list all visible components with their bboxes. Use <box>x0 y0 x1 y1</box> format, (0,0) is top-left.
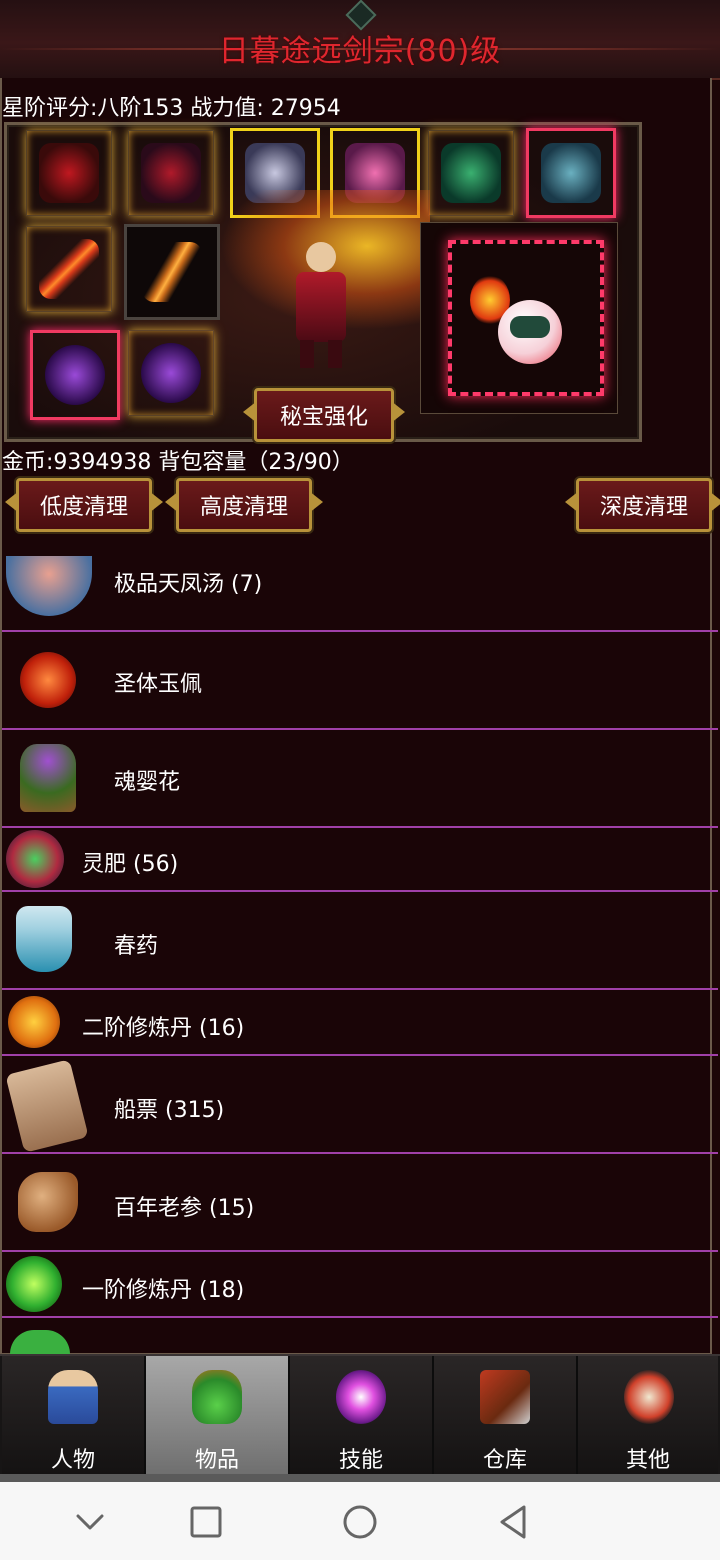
pet-face <box>510 316 550 338</box>
item-label: 二阶修炼丹 (16) <box>82 1016 245 1041</box>
item-label: 极品天凤汤 (7) <box>114 572 263 597</box>
green-orb-icon <box>6 830 64 888</box>
list-item[interactable]: 百年老参 (15) <box>2 1154 718 1252</box>
item-label: 一阶修炼丹 (18) <box>82 1278 245 1303</box>
home-icon[interactable] <box>340 1502 380 1542</box>
deep-clean-button[interactable]: 深度清理 <box>576 478 712 532</box>
item-label: 魂婴花 <box>114 770 181 795</box>
bottom-tab-bar: 人物 物品 技能 仓库 其他 <box>0 1354 720 1482</box>
system-nav-bar <box>0 1482 720 1560</box>
potion-bottle-icon <box>16 906 72 972</box>
tab-label: 技能 <box>338 1448 383 1473</box>
character-title: 日暮途远剑宗(80)级 <box>218 34 502 69</box>
purple-ring-icon <box>45 345 105 405</box>
gauntlet-icon <box>541 143 601 203</box>
flower-icon <box>20 744 76 812</box>
list-item[interactable]: 魂婴花 <box>2 730 718 828</box>
recent-apps-icon[interactable] <box>186 1502 226 1542</box>
list-item[interactable]: 极品天凤汤 (7) <box>2 534 718 632</box>
tab-skills[interactable]: 技能 <box>290 1356 434 1476</box>
sword-icon <box>39 239 99 299</box>
character-icon <box>48 1370 98 1424</box>
green-pill-icon <box>6 1256 62 1312</box>
tab-label: 物品 <box>194 1448 239 1473</box>
jade-beast-icon <box>441 143 501 203</box>
back-icon[interactable] <box>494 1502 534 1542</box>
tab-label: 人物 <box>50 1448 95 1473</box>
tab-items[interactable]: 物品 <box>146 1356 290 1476</box>
item-bag-icon <box>192 1370 242 1424</box>
tab-character[interactable]: 人物 <box>2 1356 146 1476</box>
purple-ring-icon <box>141 343 201 403</box>
star-rating-power: 星阶评分:八阶153 战力值: 27954 <box>2 96 341 121</box>
dagger-icon <box>142 242 202 302</box>
low-clean-button[interactable]: 低度清理 <box>16 478 152 532</box>
chevron-down-icon[interactable] <box>70 1502 110 1542</box>
equip-slot-dagger[interactable] <box>124 224 220 320</box>
equip-slot-jade[interactable] <box>428 130 514 216</box>
equip-slot-gauntlet[interactable] <box>526 128 616 218</box>
soup-bowl-icon <box>6 556 92 616</box>
helmet-icon <box>39 143 99 203</box>
equip-slot-armor[interactable] <box>128 130 214 216</box>
other-icon <box>624 1370 674 1424</box>
equip-slot-helmet[interactable] <box>26 130 112 216</box>
item-label: 圣体玉佩 <box>114 672 203 697</box>
tab-label: 其他 <box>625 1448 670 1473</box>
high-clean-button[interactable]: 高度清理 <box>176 478 312 532</box>
list-item[interactable]: 一阶修炼丹 (18) <box>2 1252 718 1318</box>
list-item[interactable]: 船票 (315) <box>2 1056 718 1154</box>
armor-icon <box>141 143 201 203</box>
character-avatar[interactable] <box>276 230 366 370</box>
tab-other[interactable]: 其他 <box>578 1356 718 1476</box>
equip-slot-ring-right[interactable] <box>128 330 214 416</box>
list-item[interactable]: 圣体玉佩 <box>2 632 718 730</box>
scroll-icon <box>5 1059 89 1153</box>
item-label: 船票 (315) <box>114 1098 225 1123</box>
tab-warehouse[interactable]: 仓库 <box>434 1356 578 1476</box>
title-bar: 日暮途远剑宗(80)级 <box>0 0 720 80</box>
list-item[interactable]: 二阶修炼丹 (16) <box>2 990 718 1056</box>
tab-label: 仓库 <box>482 1448 527 1473</box>
equip-slot-sword[interactable] <box>26 226 112 312</box>
orange-pill-icon <box>8 996 60 1048</box>
treasure-enhance-button[interactable]: 秘宝强化 <box>254 388 394 442</box>
warehouse-icon <box>480 1370 530 1424</box>
item-label: 春药 <box>114 934 159 959</box>
tab-bar-divider <box>0 1474 720 1482</box>
equip-slot-ring-left[interactable] <box>30 330 120 420</box>
item-label: 百年老参 (15) <box>114 1196 255 1221</box>
list-item[interactable]: 春药 <box>2 892 718 990</box>
gold-and-bag-capacity: 金币:9394938 背包容量（23/90） <box>2 450 354 475</box>
item-label: 灵肥 (56) <box>82 852 179 877</box>
list-item[interactable]: 灵肥 (56) <box>2 828 718 892</box>
ginseng-icon <box>18 1172 78 1232</box>
fire-orb-icon <box>20 652 76 708</box>
skill-orb-icon <box>336 1370 386 1424</box>
